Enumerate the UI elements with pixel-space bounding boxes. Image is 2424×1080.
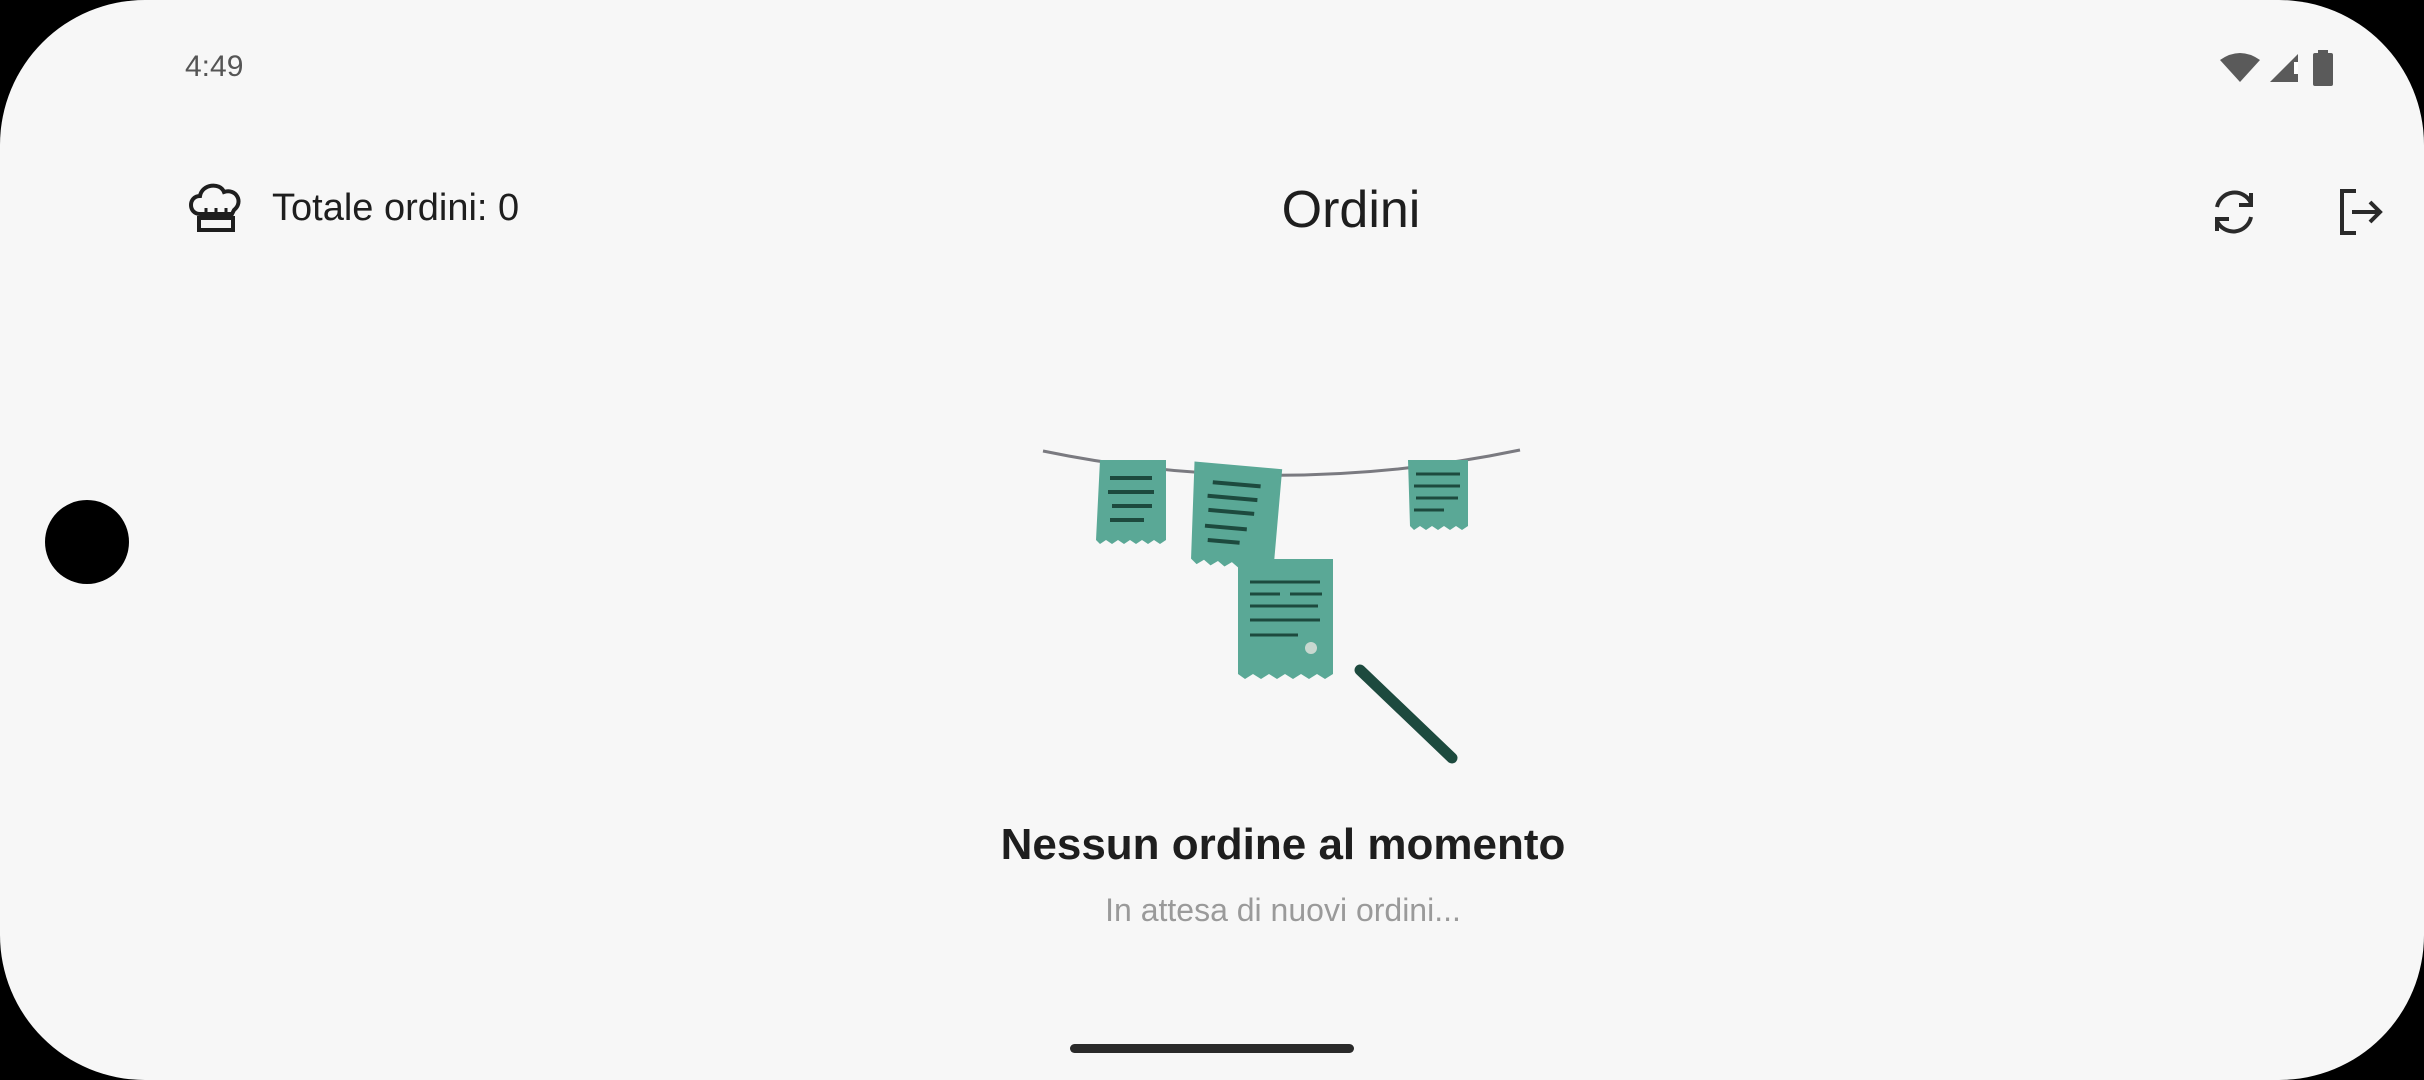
empty-state-subtitle: In attesa di nuovi ordini... (1105, 892, 1461, 928)
receipt-icon (1408, 460, 1468, 530)
empty-state-title: Nessun ordine al momento (1000, 820, 1566, 869)
receipt-icon (1096, 460, 1166, 544)
receipt-icon (1238, 559, 1333, 679)
pencil-icon (1354, 664, 1458, 764)
app-screen: 4:49 Totale ordini: 0 Ordini Nessun ordi… (0, 0, 2424, 1080)
home-gesture-bar[interactable] (1070, 1044, 1354, 1053)
receipt-icon (1191, 461, 1283, 571)
